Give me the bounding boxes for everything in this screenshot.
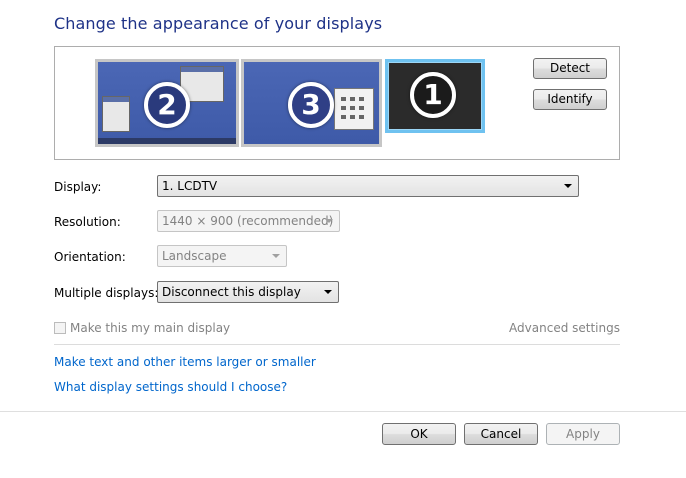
chevron-down-icon bbox=[564, 184, 572, 188]
display-select[interactable]: 1. LCDTV bbox=[157, 175, 579, 197]
mini-window-icon bbox=[102, 96, 130, 132]
divider bbox=[0, 411, 686, 412]
resolution-select-value: 1440 × 900 (recommended) bbox=[162, 214, 334, 228]
monitor-3[interactable]: 3 bbox=[241, 59, 382, 147]
display-label: Display: bbox=[54, 180, 102, 194]
multiple-displays-label: Multiple displays: bbox=[54, 286, 159, 300]
divider bbox=[54, 344, 620, 345]
resolution-label: Resolution: bbox=[54, 215, 121, 229]
main-display-checkbox-label: Make this my main display bbox=[70, 321, 231, 335]
orientation-label: Orientation: bbox=[54, 250, 126, 264]
taskbar bbox=[98, 138, 236, 144]
orientation-select[interactable]: Landscape bbox=[157, 245, 287, 267]
display-select-value: 1. LCDTV bbox=[162, 179, 218, 193]
identify-button[interactable]: Identify bbox=[533, 89, 607, 110]
monitor-number-badge: 1 bbox=[410, 72, 456, 118]
orientation-select-value: Landscape bbox=[162, 249, 227, 263]
chevron-down-icon bbox=[325, 219, 333, 223]
apply-button[interactable]: Apply bbox=[546, 423, 620, 445]
cancel-button[interactable]: Cancel bbox=[464, 423, 538, 445]
text-size-link[interactable]: Make text and other items larger or smal… bbox=[54, 355, 316, 369]
multiple-displays-select-value: Disconnect this display bbox=[162, 285, 301, 299]
multiple-displays-select[interactable]: Disconnect this display bbox=[157, 281, 339, 303]
page-title: Change the appearance of your displays bbox=[54, 14, 383, 33]
grid-window-icon bbox=[334, 88, 374, 130]
monitor-1[interactable]: 1 bbox=[385, 59, 485, 133]
detect-button[interactable]: Detect bbox=[533, 58, 607, 79]
monitor-number-badge: 3 bbox=[288, 82, 334, 128]
advanced-settings-link[interactable]: Advanced settings bbox=[509, 321, 620, 335]
main-display-checkbox[interactable] bbox=[54, 322, 66, 334]
monitor-number-badge: 2 bbox=[144, 82, 190, 128]
monitor-arrangement-panel: 2 3 1 Detect Identify bbox=[54, 46, 620, 160]
chevron-down-icon bbox=[272, 254, 280, 258]
resolution-select[interactable]: 1440 × 900 (recommended) bbox=[157, 210, 340, 232]
ok-button[interactable]: OK bbox=[382, 423, 456, 445]
monitor-2[interactable]: 2 bbox=[95, 59, 239, 147]
display-settings-help-link[interactable]: What display settings should I choose? bbox=[54, 380, 287, 394]
chevron-down-icon bbox=[324, 290, 332, 294]
